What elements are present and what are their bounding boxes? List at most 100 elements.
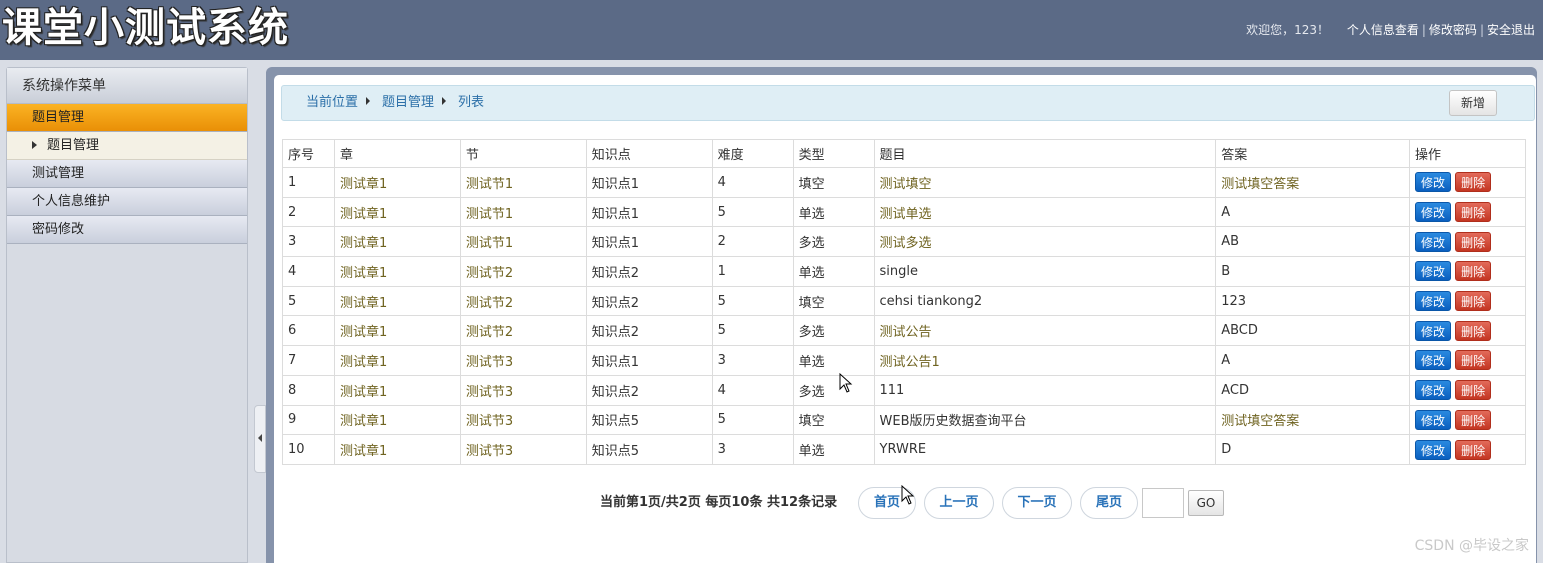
table-cell: 测试节3 — [459, 345, 587, 376]
user-toolbar: 欢迎您，123！ 个人信息查看 | 修改密码 | 安全退出 — [1246, 21, 1535, 38]
table-cell: 测试多选 — [873, 226, 1217, 258]
sidebar-subitem-question-management[interactable]: 题目管理 — [7, 132, 247, 160]
table-cell: 测试填空答案 — [1215, 404, 1411, 436]
delete-button[interactable]: 删除 — [1455, 380, 1492, 401]
table-cell: 测试章1 — [333, 256, 461, 287]
delete-button[interactable]: 删除 — [1455, 261, 1492, 282]
table-cell: 4 — [711, 167, 794, 198]
table-cell: 知识点1 — [585, 345, 713, 376]
table-cell: 1 — [282, 167, 335, 198]
table-row: 7 测试章1 测试节3 知识点1 3 单选 测试公告1 A 修改 删除 — [282, 345, 1526, 376]
table-row: 3 测试章1 测试节1 知识点1 2 多选 测试多选 AB 修改 删除 — [282, 226, 1526, 258]
table-cell: 多选 — [792, 374, 875, 406]
breadcrumb-item[interactable]: 题目管理 — [382, 95, 434, 110]
edit-button[interactable]: 修改 — [1415, 320, 1452, 341]
actions-cell: 修改 删除 — [1409, 434, 1526, 465]
table-cell: 5 — [711, 196, 794, 228]
mouse-cursor-icon — [901, 485, 915, 505]
table-header-row: 序号 章 节 知识点 难度 类型 题目 答案 操作 — [282, 139, 1526, 168]
table-cell: 测试填空答案 — [1215, 167, 1411, 198]
delete-button[interactable]: 删除 — [1455, 439, 1492, 460]
breadcrumb: 当前位置 题目管理 列表 新增 — [281, 85, 1535, 121]
table-cell: D — [1215, 434, 1411, 465]
table-cell: 多选 — [792, 226, 875, 258]
table-cell: 知识点1 — [585, 167, 713, 198]
table-row: 9 测试章1 测试节3 知识点5 5 填空 WEB版历史数据查询平台 测试填空答案 修改 删除 — [282, 404, 1526, 436]
edit-button[interactable]: 修改 — [1415, 231, 1452, 252]
breadcrumb-item: 当前位置 — [306, 95, 359, 110]
page-number-input[interactable] — [1142, 488, 1184, 518]
delete-button[interactable]: 删除 — [1455, 202, 1492, 223]
table-cell: 测试节2 — [459, 315, 587, 347]
table-cell: 测试单选 — [873, 196, 1217, 228]
table-cell: 123 — [1215, 285, 1411, 317]
sidebar: 系统操作菜单 题目管理 题目管理 测试管理 个人信息维护 密码修改 — [6, 67, 248, 563]
actions-cell: 修改 删除 — [1409, 196, 1526, 228]
table-cell: 测试章1 — [333, 434, 461, 465]
delete-button[interactable]: 删除 — [1455, 409, 1492, 430]
chevron-left-icon — [258, 434, 262, 442]
delete-button[interactable]: 删除 — [1455, 291, 1492, 312]
edit-button[interactable]: 修改 — [1415, 261, 1452, 282]
logout-link[interactable]: 安全退出 — [1487, 23, 1535, 37]
table-row: 2 测试章1 测试节1 知识点1 5 单选 测试单选 A 修改 删除 — [282, 196, 1526, 228]
view-profile-link[interactable]: 个人信息查看 — [1347, 23, 1419, 37]
go-button[interactable]: GO — [1188, 490, 1224, 516]
table-cell: 测试章1 — [333, 167, 461, 198]
column-header: 操作 — [1409, 139, 1526, 168]
sidebar-item-password[interactable]: 密码修改 — [7, 216, 247, 244]
column-header: 知识点 — [585, 139, 713, 168]
edit-button[interactable]: 修改 — [1415, 291, 1452, 312]
table-cell: 单选 — [792, 256, 875, 287]
table-cell: 4 — [282, 256, 335, 287]
table-cell: 单选 — [792, 345, 875, 376]
prev-page-button[interactable]: 上一页 — [924, 487, 994, 519]
sidebar-item-question-management[interactable]: 题目管理 — [7, 104, 247, 132]
table-cell: YRWRE — [873, 434, 1217, 465]
delete-button[interactable]: 删除 — [1455, 231, 1492, 252]
sidebar-item-profile[interactable]: 个人信息维护 — [7, 188, 247, 216]
table-cell: 9 — [282, 404, 335, 436]
table-cell: 6 — [282, 315, 335, 347]
last-page-button[interactable]: 尾页 — [1080, 487, 1138, 519]
actions-cell: 修改 删除 — [1409, 256, 1526, 287]
edit-button[interactable]: 修改 — [1415, 172, 1452, 193]
table-cell: 2 — [282, 196, 335, 228]
table-cell: 7 — [282, 345, 335, 376]
table-cell: 测试章1 — [333, 345, 461, 376]
table-cell: 知识点2 — [585, 374, 713, 406]
delete-button[interactable]: 删除 — [1455, 320, 1492, 341]
table-cell: 多选 — [792, 315, 875, 347]
table-cell: 单选 — [792, 434, 875, 465]
table-cell: 10 — [282, 434, 335, 465]
table-cell: 111 — [873, 374, 1217, 406]
caret-right-icon — [366, 97, 371, 105]
edit-button[interactable]: 修改 — [1415, 380, 1452, 401]
delete-button[interactable]: 删除 — [1455, 172, 1492, 193]
table-cell: 1 — [711, 256, 794, 287]
edit-button[interactable]: 修改 — [1415, 439, 1452, 460]
add-button[interactable]: 新增 — [1449, 90, 1497, 116]
column-header: 章 — [333, 139, 461, 168]
table-cell: 测试章1 — [333, 404, 461, 436]
change-password-link[interactable]: 修改密码 — [1429, 23, 1477, 37]
edit-button[interactable]: 修改 — [1415, 409, 1452, 430]
table-cell: 测试节1 — [459, 196, 587, 228]
table-cell: 测试节1 — [459, 167, 587, 198]
edit-button[interactable]: 修改 — [1415, 350, 1452, 371]
delete-button[interactable]: 删除 — [1455, 350, 1492, 371]
sidebar-collapse-toggle[interactable] — [254, 405, 266, 473]
caret-right-icon — [32, 141, 37, 149]
question-table: 序号 章 节 知识点 难度 类型 题目 答案 操作 1 测试章1 测试节1 知识点1 4… — [282, 139, 1526, 465]
table-cell: 测试节2 — [459, 285, 587, 317]
sidebar-subitem-label: 题目管理 — [47, 138, 100, 153]
pagination-info: 当前第1页/共2页 每页10条 共12条记录 — [600, 495, 838, 510]
next-page-button[interactable]: 下一页 — [1002, 487, 1072, 519]
table-cell: 8 — [282, 374, 335, 406]
separator: | — [1479, 23, 1484, 37]
edit-button[interactable]: 修改 — [1415, 202, 1452, 223]
sidebar-item-test-management[interactable]: 测试管理 — [7, 160, 247, 188]
column-header: 难度 — [711, 139, 794, 168]
table-cell: B — [1215, 256, 1411, 287]
actions-cell: 修改 删除 — [1409, 404, 1526, 436]
